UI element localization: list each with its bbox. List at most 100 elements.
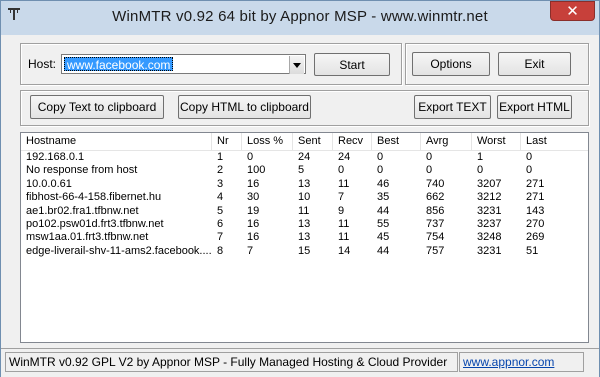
cell-loss: 16 — [247, 218, 260, 230]
cell-loss: 7 — [247, 244, 254, 257]
cell-sent: 11 — [298, 204, 310, 217]
cell-recv: 9 — [338, 204, 345, 217]
cell-nr: 3 — [217, 177, 224, 190]
cell-last: 270 — [526, 218, 545, 230]
cell-nr: 1 — [217, 151, 224, 163]
status-bar: WinMTR v0.92 GPL V2 by Appnor MSP - Full… — [1, 348, 599, 377]
host-dropdown-button[interactable] — [289, 56, 304, 74]
title-bar[interactable]: WinMTR v0.92 64 bit by Appnor MSP - www.… — [1, 1, 599, 35]
cell-last: 271 — [526, 177, 545, 190]
column-header-avrg[interactable]: Avrg — [421, 133, 472, 150]
cell-last: 51 — [526, 244, 539, 257]
cell-worst: 0 — [477, 164, 484, 177]
cell-recv: 24 — [338, 151, 351, 163]
copy-text-button[interactable]: Copy Text to clipboard — [30, 95, 164, 119]
cell-loss: 16 — [247, 177, 260, 190]
cell-avrg: 0 — [426, 164, 433, 177]
table-row[interactable]: ae1.br02.fra1.tfbnw.net 5 19 11 9 44 856 3231 14… — [21, 205, 588, 218]
column-header-loss[interactable]: Loss % — [242, 133, 293, 150]
cell-worst: 3231 — [477, 204, 502, 217]
table-row[interactable]: No response from host 2 100 5 0 0 0 0 0 — [21, 164, 588, 177]
export-text-button[interactable]: Export TEXT — [414, 95, 491, 119]
cell-avrg: 757 — [426, 244, 445, 257]
column-header-recv[interactable]: Recv — [333, 133, 372, 150]
window-title: WinMTR v0.92 64 bit by Appnor MSP - www.… — [112, 8, 488, 25]
main-window: WinMTR v0.92 64 bit by Appnor MSP - www.… — [0, 0, 600, 377]
cell-sent: 15 — [298, 244, 311, 257]
cell-avrg: 662 — [426, 191, 445, 204]
cell-sent: 13 — [298, 177, 311, 190]
cell-loss: 19 — [247, 204, 260, 217]
cell-hostname: 192.168.0.1 — [26, 151, 85, 163]
cell-best: 0 — [377, 164, 384, 177]
column-header-best[interactable]: Best — [372, 133, 421, 150]
close-icon: ✕ — [566, 1, 579, 20]
cell-best: 35 — [377, 191, 390, 204]
column-header-last[interactable]: Last — [521, 133, 588, 150]
options-button[interactable]: Options — [412, 52, 490, 76]
close-button[interactable]: ✕ — [550, 1, 595, 21]
cell-recv: 11 — [338, 177, 350, 190]
copy-html-button[interactable]: Copy HTML to clipboard — [178, 95, 311, 119]
cell-nr: 4 — [217, 191, 224, 204]
exit-button[interactable]: Exit — [498, 52, 571, 76]
cell-recv: 14 — [338, 244, 351, 257]
cell-recv: 0 — [338, 164, 345, 177]
cell-best: 45 — [377, 231, 390, 244]
cell-hostname: po102.psw01d.frt3.tfbnw.net — [26, 218, 164, 230]
cell-avrg: 0 — [426, 151, 433, 163]
table-row[interactable]: 192.168.0.1 1 0 24 24 0 0 1 0 — [21, 151, 588, 164]
cell-best: 0 — [377, 151, 384, 163]
cell-last: 0 — [526, 164, 533, 177]
host-input[interactable]: www.facebook.com — [64, 57, 174, 72]
cell-nr: 2 — [217, 164, 224, 177]
table-row[interactable]: edge-liverail-shv-11-ams2.facebook.... 8 7… — [21, 245, 588, 258]
column-header-hostname[interactable]: Hostname — [21, 133, 212, 150]
cell-recv: 11 — [338, 218, 350, 230]
cell-loss: 16 — [247, 231, 260, 244]
table-row[interactable]: 10.0.0.61 3 16 13 11 46 740 3207 271 — [21, 178, 588, 191]
cell-sent: 10 — [298, 191, 311, 204]
status-text: WinMTR v0.92 GPL V2 by Appnor MSP - Full… — [5, 352, 458, 372]
cell-avrg: 737 — [426, 218, 445, 230]
cell-best: 44 — [377, 204, 390, 217]
status-link-panel: www.appnor.com — [459, 352, 584, 372]
table-row[interactable]: fibhost-66-4-158.fibernet.hu 4 30 10 7 35 662 3… — [21, 191, 588, 204]
table-row[interactable]: msw1aa.01.frt3.tfbnw.net 7 16 13 11 45 754 3248… — [21, 231, 588, 244]
cell-hostname: 10.0.0.61 — [26, 177, 72, 190]
appnor-link[interactable]: www.appnor.com — [463, 355, 554, 369]
column-header-worst[interactable]: Worst — [472, 133, 521, 150]
cell-hostname: fibhost-66-4-158.fibernet.hu — [26, 191, 162, 204]
cell-hostname: msw1aa.01.frt3.tfbnw.net — [26, 231, 149, 244]
cell-nr: 7 — [217, 231, 224, 244]
cell-last: 271 — [526, 191, 545, 204]
cell-worst: 1 — [477, 151, 484, 163]
cell-worst: 3231 — [477, 244, 502, 257]
cell-nr: 5 — [217, 204, 224, 217]
cell-hostname: No response from host — [26, 164, 138, 177]
cell-avrg: 740 — [426, 177, 445, 190]
table-row[interactable]: po102.psw01d.frt3.tfbnw.net 6 16 13 11 55 737 3… — [21, 218, 588, 231]
start-button[interactable]: Start — [314, 53, 390, 76]
cell-nr: 8 — [217, 244, 224, 257]
column-header-nr[interactable]: Nr — [212, 133, 242, 150]
cell-best: 44 — [377, 244, 390, 257]
cell-sent: 24 — [298, 151, 311, 163]
export-html-button[interactable]: Export HTML — [497, 95, 572, 119]
host-label: Host: — [28, 57, 57, 71]
host-combobox[interactable]: www.facebook.com — [61, 54, 306, 74]
cell-worst: 3212 — [477, 191, 502, 204]
cell-last: 143 — [526, 204, 545, 217]
client-area: Host: www.facebook.com Start Options Exi… — [9, 35, 591, 371]
cell-recv: 11 — [338, 231, 350, 244]
cell-avrg: 754 — [426, 231, 445, 244]
cell-loss: 30 — [247, 191, 260, 204]
cell-sent: 5 — [298, 164, 305, 177]
cell-hostname: ae1.br02.fra1.tfbnw.net — [26, 204, 139, 217]
cell-worst: 3248 — [477, 231, 502, 244]
cell-avrg: 856 — [426, 204, 445, 217]
cell-sent: 13 — [298, 231, 311, 244]
column-header-sent[interactable]: Sent — [293, 133, 333, 150]
results-table[interactable]: Hostname Nr Loss % Sent Recv Best Avrg W… — [20, 132, 589, 343]
cell-loss: 0 — [247, 151, 254, 163]
